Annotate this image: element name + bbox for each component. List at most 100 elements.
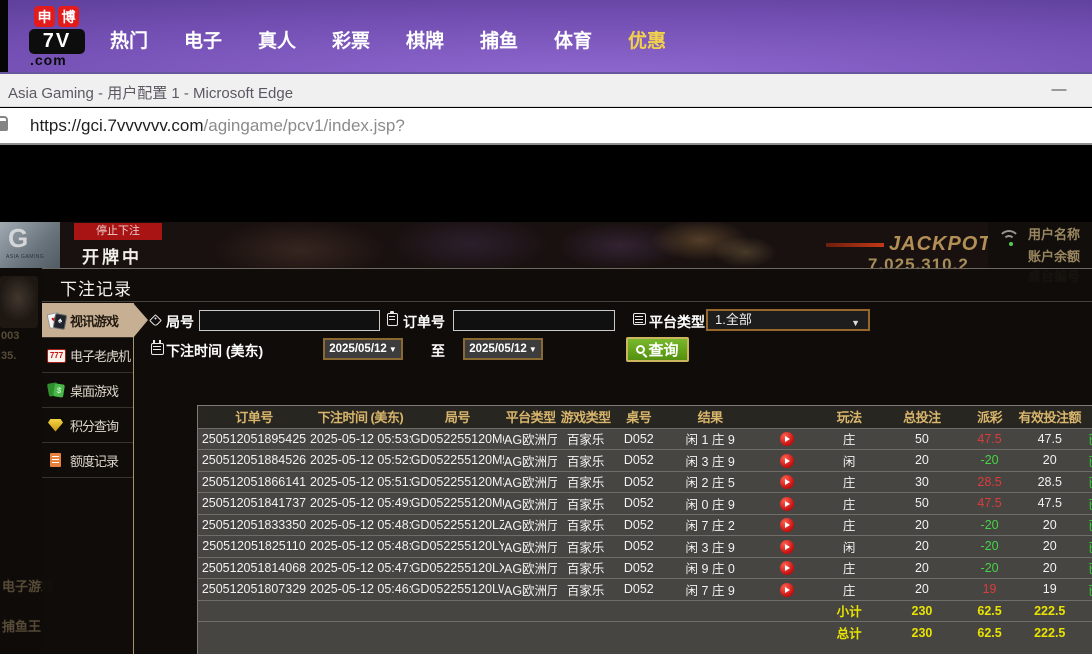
time-cell: 2025-05-12 05:47:10: [310, 557, 411, 579]
date-from-select[interactable]: 2025/05/12▼: [323, 338, 403, 360]
col-replay: [757, 406, 817, 428]
replay-play-icon[interactable]: [780, 518, 794, 532]
platform-filter-label: 平台类型: [649, 312, 705, 332]
payout-cell: -20: [962, 536, 1017, 558]
valid-cell: 47.5: [1017, 493, 1082, 515]
payout-cell: -20: [962, 450, 1017, 472]
time-cell: 2025-05-12 05:52:58: [310, 450, 411, 472]
logo-box-2: 博: [58, 6, 79, 27]
replay-play-icon[interactable]: [780, 497, 794, 511]
sidebar-item-slot-machine[interactable]: 电子老虎机: [42, 338, 133, 373]
status-cell: 已派彩: [1082, 428, 1092, 450]
bet-cell: 20: [882, 450, 962, 472]
nav-item-fishing[interactable]: 捕鱼: [480, 26, 518, 53]
round-cell: GD052255120M0: [411, 493, 504, 515]
bet-cell: 20: [882, 579, 962, 601]
payout-cell: 28.5: [962, 471, 1017, 493]
url-text[interactable]: https://gci.7vvvvvv.com/agingame/pcv1/in…: [30, 116, 405, 136]
round-number-input[interactable]: [199, 310, 380, 331]
order-cell: 250512051807329: [198, 579, 310, 601]
table-row: 2505120518073292025-05-12 05:46:37GD0522…: [198, 579, 1092, 601]
sidebar-item-points-query[interactable]: 积分查询: [42, 408, 133, 443]
order-cell: 250512051884526: [198, 450, 310, 472]
round-filter-label: 局号: [166, 312, 194, 332]
col-table-no: 桌号: [614, 406, 663, 428]
payout-cell: 19: [962, 579, 1017, 601]
col-payout: 派彩: [962, 406, 1017, 428]
table-no-cell: D052: [614, 493, 663, 515]
result-cell: 闲 1 庄 9: [664, 428, 757, 450]
bet-cell: 30: [882, 471, 962, 493]
replay-cell: [757, 514, 817, 536]
nav-item-lottery[interactable]: 彩票: [332, 26, 370, 53]
clipboard-icon: [387, 313, 398, 326]
side-cell: 闲: [817, 536, 882, 558]
round-cell: GD052255120M3: [411, 471, 504, 493]
result-cell: 闲 3 庄 9: [664, 536, 757, 558]
round-cell: GD052255120M5: [411, 450, 504, 472]
payout-cell: -20: [962, 557, 1017, 579]
status-cell: 已派彩: [1082, 514, 1092, 536]
sidebar-item-table-games[interactable]: 桌面游戏: [42, 373, 133, 408]
col-time: 下注时间 (美东): [310, 406, 411, 428]
nav-menu: 热门 电子 真人 彩票 棋牌 捕鱼 体育 优惠: [110, 26, 666, 53]
site-logo[interactable]: 申 博 7V .com: [28, 6, 98, 67]
nav-item-chess[interactable]: 棋牌: [406, 26, 444, 53]
replay-play-icon[interactable]: [780, 432, 794, 446]
payout-cell: 47.5: [962, 493, 1017, 515]
table-row: 2505120518845262025-05-12 05:52:58GD0522…: [198, 450, 1092, 472]
date-to-select[interactable]: 2025/05/12▼: [463, 338, 543, 360]
platform-cell: AG欧洲厅: [504, 514, 557, 536]
bet-cell: 20: [882, 514, 962, 536]
bet-cell: 50: [882, 428, 962, 450]
col-platform: 平台类型: [504, 406, 557, 428]
round-cell: GD052255120LX: [411, 557, 504, 579]
nav-item-sports[interactable]: 体育: [554, 26, 592, 53]
nav-item-live[interactable]: 真人: [258, 26, 296, 53]
time-cell: 2025-05-12 05:48:05: [310, 536, 411, 558]
dealing-status-text: 开牌中: [82, 243, 142, 268]
window-title: Asia Gaming - 用户配置 1 - Microsoft Edge: [8, 82, 293, 103]
status-cell: 已派彩: [1082, 493, 1092, 515]
stop-betting-banner: 停止下注: [74, 223, 162, 240]
game-cell: 百家乐: [557, 428, 614, 450]
url-domain: https://gci.7vvvvvv.com: [30, 116, 204, 135]
nav-item-hot[interactable]: 热门: [110, 26, 148, 53]
valid-cell: 20: [1017, 557, 1082, 579]
chevron-down-icon: ▼: [529, 345, 537, 354]
sidebar-item-quota-record[interactable]: 额度记录: [42, 443, 133, 478]
game-cell: 百家乐: [557, 450, 614, 472]
table-no-cell: D052: [614, 579, 663, 601]
minimize-button[interactable]: —: [1046, 76, 1072, 104]
payout-cell: -20: [962, 514, 1017, 536]
quota-record-icon: [47, 452, 65, 469]
replay-play-icon[interactable]: [780, 561, 794, 575]
side-cell: 庄: [817, 557, 882, 579]
background-left-strip: 003 35. 电子游戏 捕鱼王: [0, 268, 42, 654]
casino-background: G ASIA GAMING 停止下注 开牌中 JACKPOT 7,025,310…: [0, 222, 1092, 268]
background-fragment: 35.: [1, 350, 16, 362]
tag-icon: [149, 314, 162, 327]
screen: 申 博 7V .com 热门 电子 真人 彩票 棋牌 捕鱼 体育 优惠 Asia…: [0, 0, 1092, 654]
replay-play-icon[interactable]: [780, 454, 794, 468]
wifi-icon: [998, 230, 1024, 246]
date-range-to-label: 至: [431, 341, 445, 361]
time-cell: 2025-05-12 05:53:52: [310, 428, 411, 450]
side-cell: 庄: [817, 428, 882, 450]
replay-play-icon[interactable]: [780, 583, 794, 597]
search-button[interactable]: 查询: [626, 337, 689, 362]
platform-icon: [633, 313, 646, 325]
col-bet: 总投注: [882, 406, 962, 428]
order-number-input[interactable]: [453, 310, 615, 331]
brand-letter: G: [8, 223, 28, 254]
nav-item-promo[interactable]: 优惠: [628, 26, 666, 53]
platform-type-select[interactable]: 1.全部 ▼: [706, 309, 870, 331]
valid-cell: 20: [1017, 450, 1082, 472]
lock-icon[interactable]: [0, 121, 8, 131]
sidebar-item-video-games[interactable]: 视讯游戏: [42, 303, 133, 338]
nav-item-slots[interactable]: 电子: [184, 26, 222, 53]
status-cell: 已派彩: [1082, 557, 1092, 579]
replay-play-icon[interactable]: [780, 540, 794, 554]
status-cell: 已派彩: [1082, 579, 1092, 601]
replay-play-icon[interactable]: [780, 475, 794, 489]
